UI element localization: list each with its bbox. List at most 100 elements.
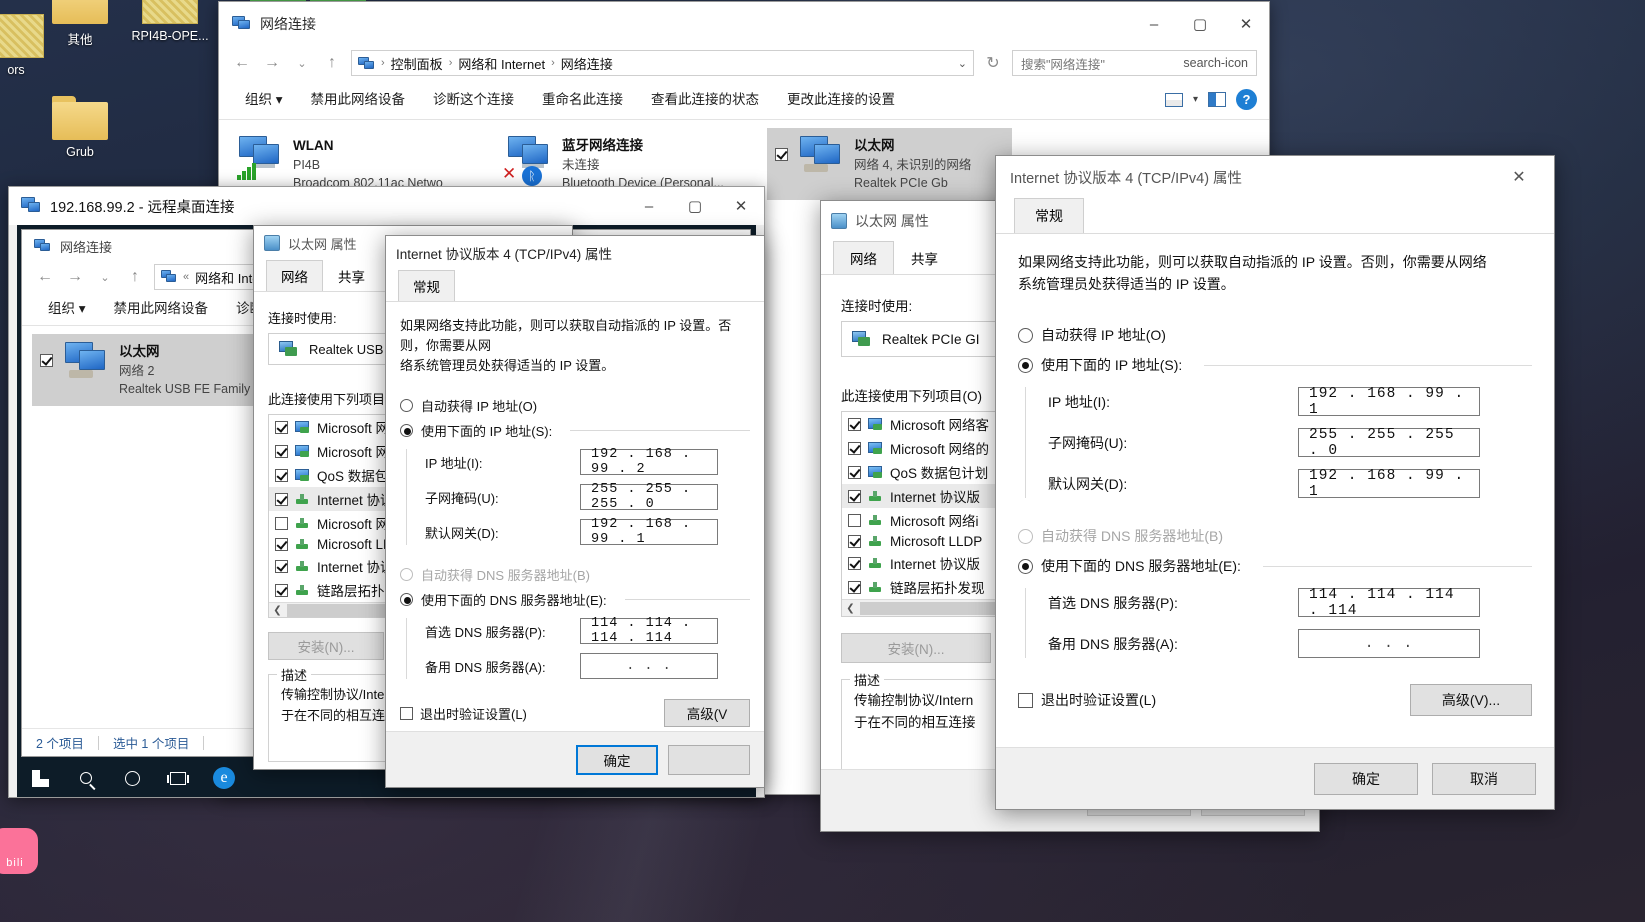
item-checkbox[interactable] (275, 444, 288, 458)
breadcrumb-item-control-panel[interactable]: 控制面板 (391, 54, 443, 73)
item-checkbox[interactable] (848, 489, 861, 503)
recent-locations-icon[interactable]: ⌄ (94, 271, 116, 284)
item-checkbox[interactable] (848, 535, 861, 548)
item-checkbox[interactable] (275, 492, 288, 506)
dns-alternate-input[interactable]: . . . (1298, 629, 1480, 659)
subnet-mask-input[interactable]: 255 . 255 . 255 . 0 (1298, 427, 1480, 459)
validate-settings-checkbox[interactable] (400, 706, 413, 720)
preview-pane-icon[interactable] (1208, 92, 1226, 107)
close-button[interactable]: ✕ (1223, 2, 1269, 46)
back-icon[interactable]: ← (231, 54, 253, 72)
item-checkbox[interactable] (848, 556, 861, 570)
up-icon[interactable]: ↑ (321, 54, 343, 72)
toolbar-view-status[interactable]: 查看此连接的状态 (637, 86, 773, 114)
radio-auto-ip[interactable]: 自动获得 IP 地址(O) (1018, 325, 1532, 345)
radio-manual-ip[interactable]: 使用下面的 IP 地址(S): (400, 421, 750, 440)
ok-button[interactable]: 确定 (1314, 762, 1418, 795)
connection-checkbox[interactable] (40, 354, 53, 367)
desktop-icon-grub[interactable]: Grub (34, 96, 126, 159)
toolbar-disable-device[interactable]: 禁用此网络设备 (100, 295, 223, 323)
scroll-left-arrow[interactable]: ❮ (269, 605, 286, 616)
view-list-icon[interactable] (1164, 92, 1183, 107)
refresh-icon[interactable]: ↻ (982, 53, 1004, 73)
breadcrumb[interactable]: › 控制面板 › 网络和 Internet › 网络连接 ⌄ (351, 50, 974, 76)
tab-network[interactable]: 网络 (266, 260, 323, 291)
radio-manual-ip[interactable]: 使用下面的 IP 地址(S): (1018, 355, 1532, 375)
subnet-mask-input[interactable]: 255 . 255 . 255 . 0 (580, 482, 718, 512)
radio-auto-ip[interactable]: 自动获得 IP 地址(O) (400, 396, 750, 415)
advanced-button[interactable]: 高级(V)... (1410, 684, 1532, 717)
item-checkbox[interactable] (275, 468, 288, 482)
connection-checkbox[interactable] (775, 148, 788, 161)
dns-alternate-input[interactable]: . . . (580, 653, 718, 680)
dns-preferred-input[interactable]: 114 . 114 . 114 . 114 (1298, 587, 1480, 619)
chevron-down-icon[interactable]: ⌄ (958, 57, 967, 70)
search-icon[interactable] (63, 759, 109, 797)
tab-sharing[interactable]: 共享 (894, 241, 955, 274)
back-icon[interactable]: ← (34, 268, 56, 286)
minimize-button[interactable]: – (1131, 2, 1177, 46)
cancel-button[interactable] (668, 744, 750, 775)
toolbar-rename[interactable]: 重命名此连接 (528, 86, 637, 114)
radio-button[interactable] (1018, 558, 1033, 574)
cancel-button[interactable]: 取消 (1432, 762, 1536, 795)
connection-item-ethernet-remote[interactable]: 以太网 网络 2 Realtek USB FE Family Co (32, 334, 277, 406)
bilibili-icon[interactable]: bili (0, 828, 38, 874)
breadcrumb-item-network-connections[interactable]: 网络连接 (561, 54, 613, 73)
up-icon[interactable]: ↑ (124, 268, 146, 286)
item-checkbox[interactable] (848, 465, 861, 479)
advanced-button[interactable]: 高级(V (664, 699, 750, 728)
item-checkbox[interactable] (848, 513, 861, 527)
ip-address-input[interactable]: 192 . 168 . 99 . 2 (580, 447, 718, 477)
toolbar-disable-device[interactable]: 禁用此网络设备 (297, 86, 420, 114)
radio-auto-dns[interactable]: 自动获得 DNS 服务器地址(B) (1018, 526, 1532, 546)
item-checkbox[interactable] (848, 441, 861, 455)
rdp-close-button[interactable]: ✕ (718, 187, 764, 225)
item-checkbox[interactable] (275, 559, 288, 573)
rdp-minimize-button[interactable]: – (626, 187, 672, 225)
radio-manual-dns[interactable]: 使用下面的 DNS 服务器地址(E): (400, 590, 750, 609)
radio-button[interactable] (400, 399, 413, 413)
edge-icon[interactable]: e (201, 759, 247, 797)
ok-button[interactable]: 确定 (576, 744, 658, 775)
chevron-down-icon[interactable]: ▾ (1193, 94, 1198, 105)
forward-icon[interactable]: → (261, 54, 283, 72)
cortana-icon[interactable] (109, 759, 155, 797)
ip-address-input[interactable]: 192 . 168 . 99 . 1 (1298, 386, 1480, 418)
radio-manual-dns[interactable]: 使用下面的 DNS 服务器地址(E): (1018, 556, 1532, 576)
close-button[interactable]: ✕ (1498, 157, 1540, 197)
toolbar-organize[interactable]: 组织 ▾ (231, 86, 297, 114)
help-icon[interactable]: ? (1236, 89, 1257, 110)
radio-button[interactable] (1018, 357, 1033, 373)
maximize-button[interactable]: ▢ (1177, 2, 1223, 46)
item-checkbox[interactable] (275, 538, 288, 551)
tab-network[interactable]: 网络 (833, 241, 894, 274)
install-button[interactable]: 安装(N)... (268, 632, 384, 660)
task-view-icon[interactable] (155, 759, 201, 797)
start-icon[interactable] (17, 759, 63, 797)
breadcrumb-overflow[interactable]: « (181, 271, 191, 283)
desktop-icon-rpi4b[interactable]: RPI4B-OPE... (124, 0, 216, 43)
item-checkbox[interactable] (848, 580, 861, 594)
tab-general[interactable]: 常规 (398, 270, 455, 301)
gateway-input[interactable]: 192 . 168 . 99 . 1 (1298, 468, 1480, 500)
install-button[interactable]: 安装(N)... (841, 633, 991, 663)
gateway-input[interactable]: 192 . 168 . 99 . 1 (580, 517, 718, 547)
dns-preferred-input[interactable]: 114 . 114 . 114 . 114 (580, 616, 718, 646)
radio-button[interactable] (400, 568, 413, 582)
connection-item-ethernet[interactable]: 以太网 网络 4, 未识别的网络 Realtek PCIe Gb (767, 128, 1012, 200)
breadcrumb-item-network-internet[interactable]: 网络和 Internet (458, 54, 545, 73)
radio-button[interactable] (1018, 327, 1033, 343)
validate-settings-checkbox[interactable] (1018, 692, 1033, 708)
item-checkbox[interactable] (275, 516, 288, 530)
forward-icon[interactable]: → (64, 268, 86, 286)
recent-locations-icon[interactable]: ⌄ (291, 57, 313, 70)
rdp-maximize-button[interactable]: ▢ (672, 187, 718, 225)
item-checkbox[interactable] (275, 420, 288, 434)
toolbar-change-settings[interactable]: 更改此连接的设置 (773, 86, 909, 114)
search-input[interactable]: 搜索"网络连接" search-icon (1012, 50, 1257, 76)
toolbar-organize[interactable]: 组织 ▾ (34, 295, 100, 323)
tab-sharing[interactable]: 共享 (323, 260, 380, 291)
radio-button[interactable] (400, 593, 413, 607)
toolbar-diagnose[interactable]: 诊断这个连接 (419, 86, 528, 114)
